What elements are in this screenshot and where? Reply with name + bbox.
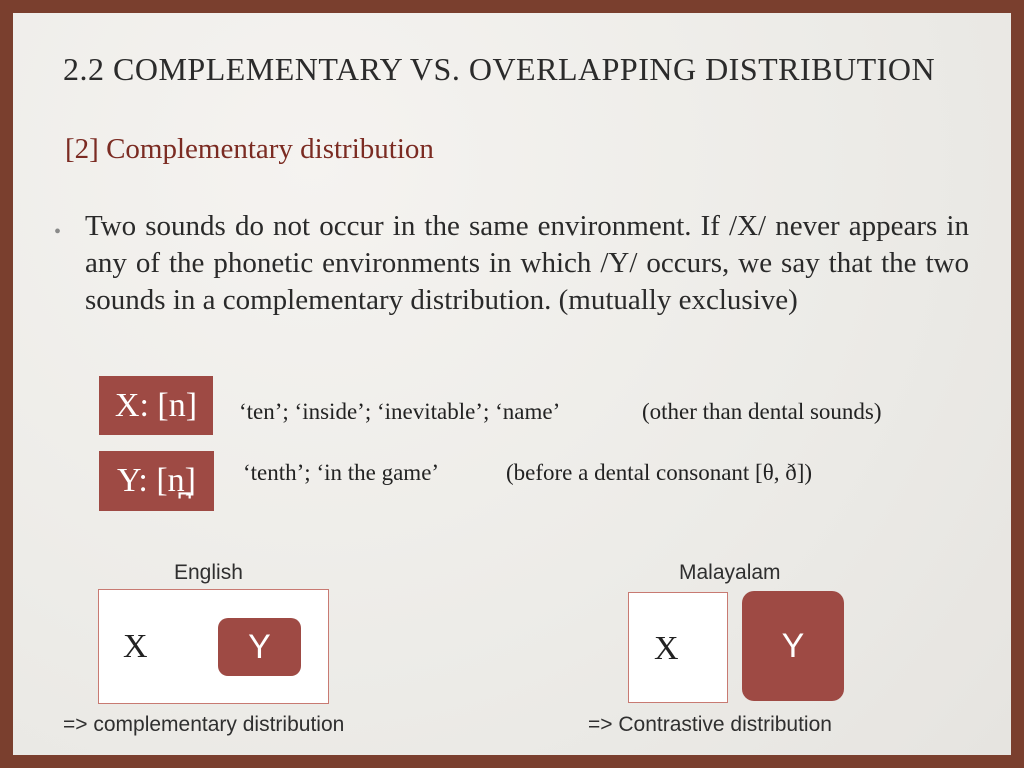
bullet-marker: • [54, 221, 62, 243]
english-heading: English [174, 561, 243, 584]
malayalam-conclusion: => Contrastive distribution [588, 713, 832, 736]
english-conclusion: => complementary distribution [63, 713, 345, 736]
malayalam-heading: Malayalam [679, 561, 781, 584]
malayalam-x-label: X [654, 630, 679, 667]
section-subtitle: [2] Complementary distribution [65, 133, 434, 165]
example-y-words: ‘tenth’; ‘in the game’ [243, 460, 440, 485]
example-y-note: (before a dental consonant [θ, ð]) [506, 460, 813, 485]
example-x-note: (other than dental sounds) [642, 399, 882, 424]
slide: 2.2 COMPLEMENTARY VS. OVERLAPPING DISTRI… [13, 13, 1011, 755]
label-y-dental-n: Y: [n̪] [99, 451, 214, 511]
bullet-text: Two sounds do not occur in the same envi… [85, 210, 969, 316]
english-diagram-box: X Y [98, 589, 329, 704]
english-x-label: X [123, 628, 148, 665]
label-x-n: X: [n] [99, 376, 213, 435]
malayalam-y-box: Y [742, 591, 844, 701]
english-y-box: Y [218, 618, 301, 676]
malayalam-x-box: X [628, 592, 728, 703]
example-x-words: ‘ten’; ‘inside’; ‘inevitable’; ‘name’ [239, 399, 561, 424]
slide-title: 2.2 COMPLEMENTARY VS. OVERLAPPING DISTRI… [63, 51, 936, 87]
